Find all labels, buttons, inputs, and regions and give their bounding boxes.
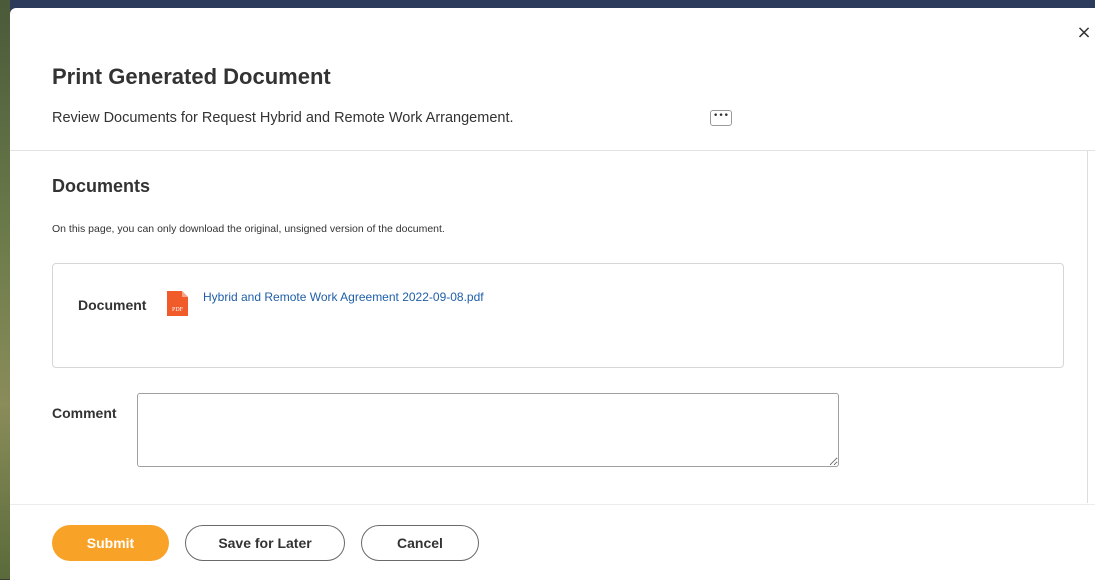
scrollbar[interactable]: [1087, 151, 1088, 503]
dialog-header: Print Generated Document Review Document…: [10, 8, 1095, 151]
comment-label: Comment: [52, 405, 117, 421]
document-panel: Document PDF Hybrid and Remote Work Agre…: [52, 263, 1064, 368]
page-subtitle: Review Documents for Request Hybrid and …: [52, 110, 514, 126]
submit-button[interactable]: Submit: [52, 525, 169, 561]
comment-input[interactable]: [137, 393, 839, 467]
save-for-later-button[interactable]: Save for Later: [185, 525, 345, 561]
page-title: Print Generated Document: [52, 64, 331, 89]
cancel-button[interactable]: Cancel: [361, 525, 479, 561]
document-label: Document: [78, 297, 147, 313]
pdf-icon-label: PDF: [172, 307, 184, 313]
dialog-footer: Submit Save for Later Cancel: [10, 504, 1095, 580]
document-download-link[interactable]: Hybrid and Remote Work Agreement 2022-09…: [203, 290, 484, 304]
download-notice: On this page, you can only download the …: [52, 223, 445, 235]
print-document-dialog: × Print Generated Document Review Docume…: [10, 8, 1095, 580]
background-page: [0, 0, 10, 579]
related-actions-ellipsis-icon[interactable]: •••: [710, 110, 732, 126]
pdf-file-icon[interactable]: PDF: [166, 290, 189, 317]
documents-section-title: Documents: [52, 176, 151, 196]
